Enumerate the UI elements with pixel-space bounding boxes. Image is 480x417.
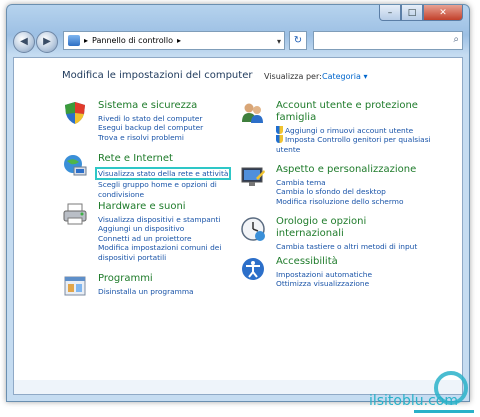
category-title[interactable]: Aspetto e personalizzazione [276, 164, 436, 176]
link-mobility-settings[interactable]: Modifica impostazioni comuni dei disposi… [98, 243, 248, 262]
link-network-status[interactable]: Visualizza stato della rete e attività [95, 167, 232, 181]
address-bar[interactable]: ▸ Pannello di controllo ▸ ▾ [63, 31, 285, 50]
link-optimize-display[interactable]: Ottimizza visualizzazione [276, 279, 436, 288]
refresh-button[interactable]: ↻ [289, 31, 307, 50]
caption-buttons: – □ ✕ [379, 5, 463, 21]
security-icon [65, 102, 85, 124]
link-keyboards[interactable]: Cambia tastiere o altri metodi di input [276, 242, 436, 251]
link-auto-settings[interactable]: Impostazioni automatiche [276, 270, 436, 279]
maximize-button[interactable]: □ [401, 5, 423, 21]
main-content: Modifica le impostazioni del computer Vi… [13, 57, 463, 395]
status-strip [14, 380, 462, 394]
close-button[interactable]: ✕ [423, 5, 463, 21]
printer-icon [63, 203, 87, 225]
watermark-bar [414, 410, 474, 413]
address-separator: ▸ [84, 36, 89, 45]
control-panel-icon [68, 35, 80, 46]
back-button[interactable]: ◀ [13, 31, 35, 53]
minimize-button[interactable]: – [379, 5, 401, 21]
page-title: Modifica le impostazioni del computer [62, 70, 253, 81]
users-icon [242, 103, 263, 123]
address-text[interactable]: Pannello di controllo [92, 31, 173, 50]
link-backup[interactable]: Esegui backup del computer [98, 123, 248, 132]
category-title[interactable]: Rete e Internet [98, 153, 248, 165]
programs-icon [64, 276, 86, 296]
address-separator-2: ▸ [177, 36, 182, 45]
uac-shield-icon [276, 126, 283, 134]
uac-shield-icon [276, 135, 283, 144]
navigation-bar: ◀ ▶ ▸ Pannello di controllo ▸ ▾ ↻ ⌕ [13, 29, 463, 55]
address-dropdown-icon[interactable]: ▾ [277, 32, 281, 51]
view-by-dropdown[interactable]: Categoria ▾ [322, 72, 368, 81]
link-add-remove-accounts[interactable]: Aggiungi o rimuovi account utente [276, 126, 436, 135]
category-title[interactable]: Orologio e opzioni internazionali [276, 216, 436, 240]
link-uninstall[interactable]: Disinstalla un programma [98, 287, 248, 296]
search-input[interactable]: ⌕ [313, 31, 463, 50]
link-parental-controls[interactable]: Imposta Controllo genitori per qualsiasi… [276, 135, 436, 154]
category-title[interactable]: Accessibilità [276, 256, 436, 268]
search-icon[interactable]: ⌕ [453, 34, 459, 45]
appearance-icon [241, 167, 265, 186]
link-change-theme[interactable]: Cambia tema [276, 178, 436, 187]
link-troubleshoot[interactable]: Trova e risolvi problemi [98, 133, 248, 142]
link-homegroup[interactable]: Scegli gruppo home e opzioni di condivis… [98, 180, 248, 199]
link-add-device[interactable]: Aggiungi un dispositivo [98, 224, 248, 233]
network-icon [64, 155, 87, 176]
category-title[interactable]: Sistema e sicurezza [98, 100, 248, 112]
clock-icon [241, 217, 265, 241]
accessibility-icon [242, 258, 264, 280]
link-desktop-background[interactable]: Cambia lo sfondo del desktop [276, 187, 436, 196]
category-title[interactable]: Programmi [98, 273, 248, 285]
watermark-text: ilsitoblu.com [368, 393, 458, 409]
view-by-label: Visualizza per: [264, 72, 322, 81]
category-title[interactable]: Account utente e protezione famiglia [276, 100, 436, 124]
forward-button[interactable]: ▶ [36, 31, 58, 53]
link-review-status[interactable]: Rivedi lo stato del computer [98, 114, 248, 123]
control-panel-window: – □ ✕ ◀ ▶ ▸ Pannello di controllo ▸ ▾ ↻ … [6, 4, 470, 402]
category-title[interactable]: Hardware e suoni [98, 201, 248, 213]
link-projector[interactable]: Connetti ad un proiettore [98, 234, 248, 243]
link-devices-printers[interactable]: Visualizza dispositivi e stampanti [98, 215, 248, 224]
link-screen-resolution[interactable]: Modifica risoluzione dello schermo [276, 197, 436, 206]
